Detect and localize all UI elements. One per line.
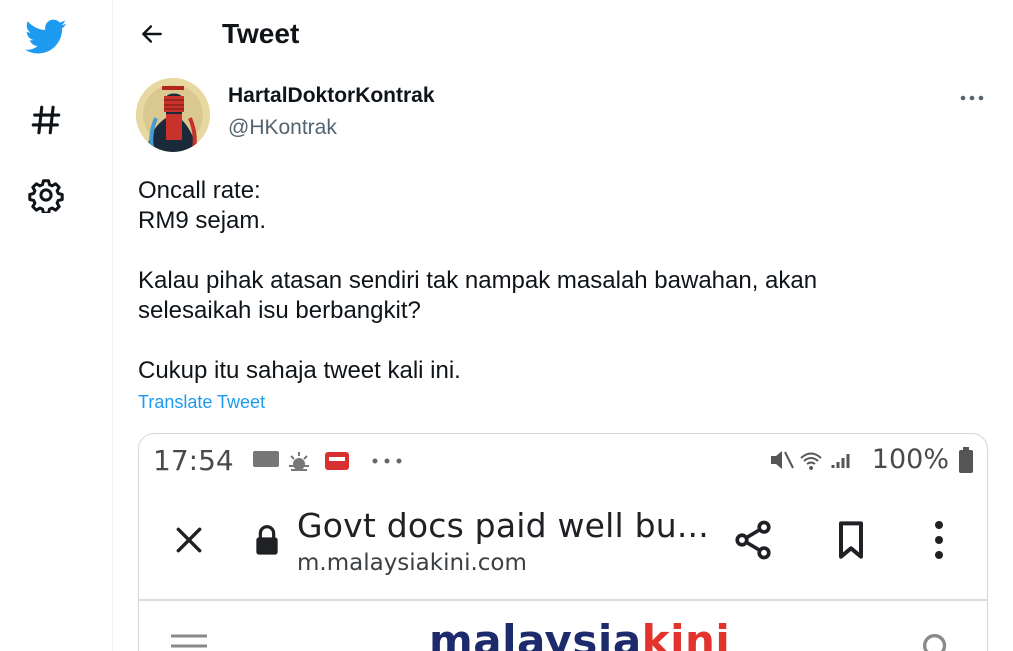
hamburger-menu-icon	[171, 634, 207, 648]
sidebar-nav	[0, 0, 113, 651]
author-handle[interactable]: @HKontrak	[228, 116, 337, 140]
logo-text-accent: kini	[641, 616, 731, 651]
phone-page-url: m.malaysiakini.com	[297, 550, 527, 576]
malaysiakini-logo: malaysiakini	[429, 616, 730, 651]
gear-icon	[28, 179, 64, 213]
page-title: Tweet	[222, 18, 300, 49]
tweet-media-image[interactable]: 17:54 100% Govt docs paid well bu... m.m…	[138, 433, 988, 651]
search-icon	[922, 633, 947, 651]
tweet-text-line: Oncall rate:	[138, 177, 261, 204]
phone-browser-toolbar: Govt docs paid well bu... m.malaysiakini…	[139, 496, 987, 596]
arrow-left-icon	[142, 25, 162, 43]
lock-icon	[256, 525, 278, 555]
logo-text-main: malaysia	[429, 616, 642, 651]
phone-battery-level: 100%	[871, 444, 949, 475]
phone-status-bar: 17:54 100%	[139, 434, 987, 486]
back-button[interactable]	[134, 16, 170, 52]
author-display-name[interactable]: HartalDoktorKontrak	[228, 84, 435, 108]
tweet-body: Oncall rate: RM9 sejam. Kalau pihak atas…	[138, 176, 958, 386]
translate-tweet-link[interactable]: Translate Tweet	[138, 392, 265, 413]
raised-fist-avatar-image	[136, 78, 210, 152]
twitter-bird-icon	[25, 19, 67, 54]
tweet-text-line: selesaikah isu berbangkit?	[138, 297, 421, 324]
bookmark-icon	[839, 521, 863, 559]
notification-icons	[253, 451, 349, 471]
tweet-text-line: Cukup itu sahaja tweet kali ini.	[138, 357, 461, 384]
phone-divider	[139, 599, 987, 601]
more-dots-icon	[960, 95, 984, 101]
more-dots-icon	[372, 458, 402, 464]
battery-icon	[959, 447, 973, 473]
vertical-dots-icon	[935, 521, 943, 559]
main-column: Tweet HartalDoktorKontrak @HKontrak Onca…	[114, 0, 1013, 651]
author-avatar[interactable]	[136, 78, 210, 152]
close-icon	[176, 527, 202, 553]
hashtag-icon	[31, 105, 61, 135]
phone-page-title: Govt docs paid well bu...	[297, 506, 709, 545]
twitter-logo-link[interactable]	[22, 13, 70, 61]
phone-status-time: 17:54	[153, 444, 234, 477]
explore-link[interactable]	[22, 96, 70, 144]
settings-link[interactable]	[22, 171, 70, 219]
mute-signal-wifi-icons	[771, 451, 850, 470]
page-header: Tweet	[114, 0, 1013, 70]
share-icon	[735, 520, 771, 560]
tweet-text-line: Kalau pihak atasan sendiri tak nampak ma…	[138, 267, 818, 294]
more-options-button[interactable]	[952, 82, 992, 114]
tweet-text-line: RM9 sejam.	[138, 207, 267, 234]
